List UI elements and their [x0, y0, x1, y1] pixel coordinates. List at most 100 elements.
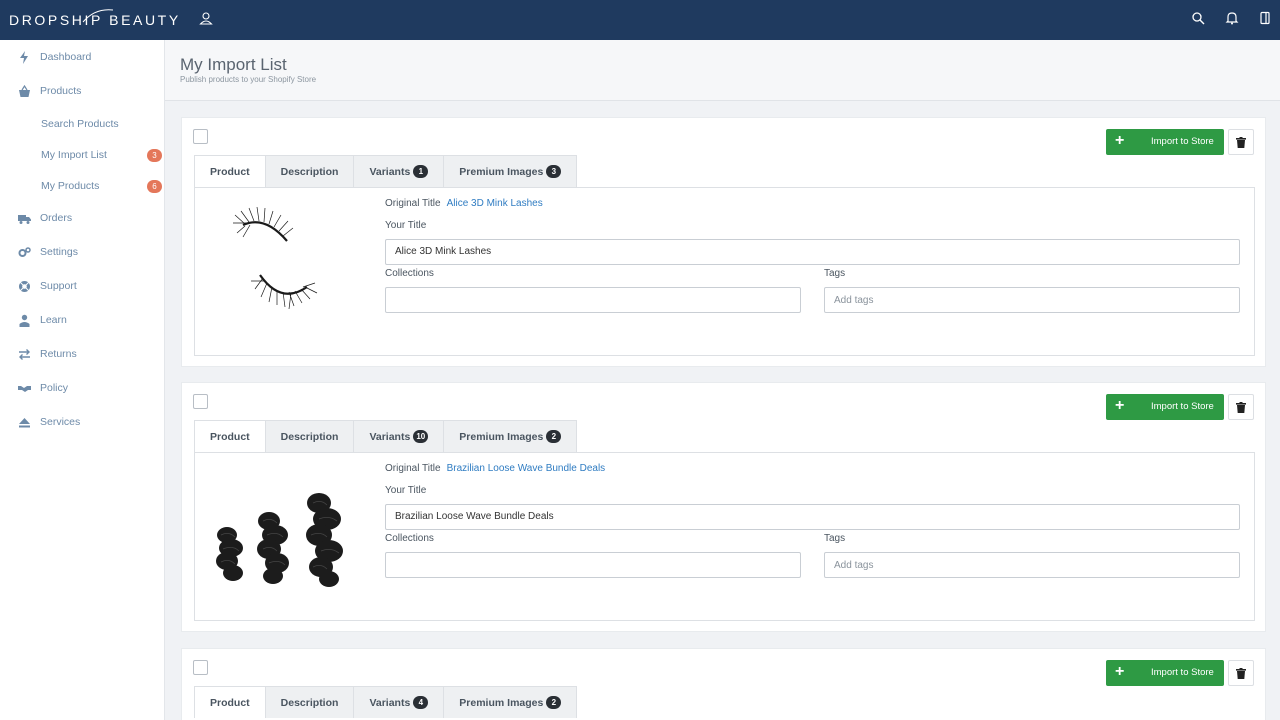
tab-label: Variants — [369, 696, 411, 709]
tab-label: Variants — [369, 165, 411, 178]
original-title-link[interactable]: Brazilian Loose Wave Bundle Deals — [447, 463, 606, 474]
eject-icon — [19, 417, 30, 427]
sidebar-item-label: Search Products — [41, 118, 119, 130]
item-tabs: Product Description Variants 10 Premium I… — [194, 420, 578, 452]
tab-label: Description — [280, 165, 339, 178]
collections-input[interactable] — [385, 287, 801, 313]
delete-button[interactable] — [1228, 129, 1254, 155]
original-title-row: Original Title Brazilian Loose Wave Bundl… — [385, 463, 605, 474]
product-image-lashes — [233, 206, 318, 310]
sidebar-item-orders[interactable]: Orders — [0, 208, 165, 228]
exchange-icon — [19, 348, 30, 360]
tab-label: Premium Images — [459, 165, 544, 178]
user-icon[interactable] — [199, 11, 213, 25]
variants-count-badge: 4 — [413, 696, 429, 709]
premium-images-count-badge: 2 — [546, 430, 562, 443]
import-item-card: + Import to Store Product Description Va… — [181, 117, 1266, 367]
sidebar-item-policy[interactable]: Policy — [0, 378, 165, 398]
collections-input[interactable] — [385, 552, 801, 578]
tags-input[interactable] — [824, 287, 1240, 313]
tags-label: Tags — [824, 533, 846, 544]
panel-toggle-icon[interactable] — [1258, 11, 1272, 25]
tab-premium-images[interactable]: Premium Images 2 — [444, 686, 578, 718]
select-checkbox[interactable] — [193, 660, 208, 675]
collections-label: Collections — [385, 268, 434, 279]
sidebar-item-settings[interactable]: Settings — [0, 242, 165, 262]
sidebar-item-label: Learn — [40, 314, 67, 326]
page-header: My Import List Publish products to your … — [165, 40, 1280, 101]
tab-product[interactable]: Product — [194, 155, 266, 187]
import-to-store-button[interactable]: + Import to Store — [1106, 394, 1224, 420]
basket-icon — [19, 84, 30, 97]
lifebuoy-icon — [19, 280, 30, 292]
import-item-card: + Import to Store Product Description Va… — [181, 382, 1266, 632]
tab-variants[interactable]: Variants 1 — [354, 155, 445, 187]
tab-label: Product — [210, 430, 250, 443]
product-tab-panel: Original Title Alice 3D Mink Lashes Your … — [194, 187, 1255, 356]
gears-icon — [18, 246, 31, 257]
logo-swoosh-icon — [82, 9, 114, 23]
search-icon[interactable] — [1191, 11, 1205, 25]
page-title: My Import List — [180, 55, 287, 74]
sidebar-item-services[interactable]: Services — [0, 412, 165, 432]
tab-premium-images[interactable]: Premium Images 3 — [444, 155, 578, 187]
your-title-label: Your Title — [385, 485, 427, 496]
tab-premium-images[interactable]: Premium Images 2 — [444, 420, 578, 452]
your-title-input[interactable]: Brazilian Loose Wave Bundle Deals — [385, 504, 1240, 530]
sidebar-item-label: Support — [40, 280, 77, 292]
plus-icon: + — [1115, 397, 1125, 414]
item-tabs: Product Description Variants 4 Premium Im… — [194, 686, 578, 718]
select-checkbox[interactable] — [193, 394, 208, 409]
tab-label: Product — [210, 696, 250, 709]
sidebar-item-my-import-list[interactable]: My Import List 3 — [0, 145, 165, 165]
sidebar-item-label: Products — [40, 85, 82, 97]
sidebar-item-my-products[interactable]: My Products 6 — [0, 176, 165, 196]
import-button-label: Import to Store — [1151, 136, 1214, 147]
original-title-link[interactable]: Alice 3D Mink Lashes — [447, 198, 543, 209]
select-checkbox[interactable] — [193, 129, 208, 144]
tab-variants[interactable]: Variants 4 — [354, 686, 445, 718]
tab-product[interactable]: Product — [194, 420, 266, 452]
sidebar-item-label: My Products — [41, 180, 100, 192]
sidebar-item-dashboard[interactable]: Dashboard — [0, 47, 165, 67]
import-to-store-button[interactable]: + Import to Store — [1106, 129, 1224, 155]
item-tabs: Product Description Variants 1 Premium Im… — [194, 155, 578, 187]
tags-label: Tags — [824, 268, 846, 279]
sidebar-item-returns[interactable]: Returns — [0, 344, 165, 364]
tab-product[interactable]: Product — [194, 686, 266, 718]
sidebar-item-label: Orders — [40, 212, 73, 224]
import-item-card: + Import to Store Product Description Va… — [181, 648, 1266, 720]
tags-input[interactable] — [824, 552, 1240, 578]
premium-images-count-badge: 3 — [546, 165, 562, 178]
sidebar-item-label: Services — [40, 416, 81, 428]
premium-images-count-badge: 2 — [546, 696, 562, 709]
trash-icon — [1236, 136, 1246, 148]
product-tab-panel: Original Title Brazilian Loose Wave Bundl… — [194, 452, 1255, 621]
trash-icon — [1236, 667, 1246, 679]
original-title-row: Original Title Alice 3D Mink Lashes — [385, 198, 543, 209]
teacher-icon — [19, 314, 30, 327]
tab-variants[interactable]: Variants 10 — [354, 420, 445, 452]
delete-button[interactable] — [1228, 660, 1254, 686]
your-title-input[interactable]: Alice 3D Mink Lashes — [385, 239, 1240, 265]
plus-icon: + — [1115, 132, 1125, 149]
tab-description[interactable]: Description — [265, 420, 355, 452]
truck-icon — [18, 214, 31, 224]
import-to-store-button[interactable]: + Import to Store — [1106, 660, 1224, 686]
sidebar-item-label: Returns — [40, 348, 77, 360]
logo[interactable]: DROPSHIP BEAUTY — [9, 9, 181, 28]
sidebar: Dashboard Products Search Products My Im… — [0, 40, 165, 720]
import-button-label: Import to Store — [1151, 667, 1214, 678]
tab-label: Description — [280, 430, 339, 443]
tab-label: Variants — [369, 430, 411, 443]
product-image-hair-bundles — [216, 493, 343, 587]
bell-icon[interactable] — [1225, 11, 1239, 25]
sidebar-item-support[interactable]: Support — [0, 276, 165, 296]
sidebar-item-learn[interactable]: Learn — [0, 310, 165, 330]
tab-description[interactable]: Description — [265, 155, 355, 187]
count-badge: 3 — [147, 148, 162, 162]
delete-button[interactable] — [1228, 394, 1254, 420]
tab-description[interactable]: Description — [265, 686, 355, 718]
sidebar-item-products[interactable]: Products — [0, 81, 165, 101]
sidebar-item-search-products[interactable]: Search Products — [0, 114, 165, 134]
